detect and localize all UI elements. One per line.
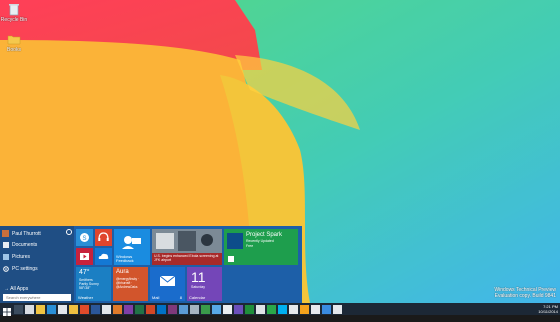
office-icon[interactable] <box>80 304 89 314</box>
calendar-weekday: Saturday <box>191 285 206 289</box>
start-menu: Paul Thurrott Documents Pictures PC sett… <box>0 226 302 303</box>
calendar-tile[interactable]: 11 Saturday Calendar <box>187 267 222 301</box>
folder-icon[interactable] <box>69 304 78 314</box>
news-headline: U.S. begins enhanced Ebola screening at … <box>154 254 219 262</box>
spark-subtitle: Recently Updated <box>246 239 274 243</box>
feedback-icon <box>122 236 141 249</box>
onenote-icon[interactable] <box>124 304 133 314</box>
start-item-pictures[interactable]: Pictures <box>3 253 30 261</box>
desktop-icon-books[interactable]: Books <box>0 32 28 53</box>
file-explorer-icon[interactable] <box>36 304 45 314</box>
all-apps-label: All Apps <box>10 286 29 292</box>
onedrive-tile[interactable] <box>95 248 112 265</box>
headphones-icon <box>98 232 109 241</box>
spark-price: Free <box>246 244 254 248</box>
powerpoint-icon[interactable] <box>146 304 155 314</box>
tile-label: Mail <box>152 295 160 300</box>
desktop-icon-label: Recycle Bin <box>0 17 28 23</box>
cloud-icon <box>98 253 109 259</box>
visual-studio-icon[interactable] <box>234 304 243 314</box>
twitter-icon[interactable] <box>212 304 221 314</box>
internet-explorer-icon[interactable] <box>47 304 56 314</box>
word-icon[interactable] <box>91 304 100 314</box>
weather-temp: 47° <box>79 269 90 276</box>
user-account[interactable]: Paul Thurrott <box>2 229 72 238</box>
project-spark-tile[interactable]: Project Spark Recently Updated Free <box>224 229 298 265</box>
aura-title: Aura <box>116 269 129 275</box>
avatar <box>2 230 9 237</box>
chrome-icon[interactable] <box>102 304 111 314</box>
news-photo <box>152 229 222 253</box>
photos-icon[interactable] <box>179 304 188 314</box>
skype-icon[interactable] <box>278 304 287 314</box>
windows-feedback-tile[interactable]: Windows Feedback <box>114 229 150 265</box>
music-tile[interactable] <box>95 229 112 246</box>
start-button[interactable] <box>2 304 12 316</box>
user-name: Paul Thurrott <box>12 230 41 237</box>
pictures-icon <box>3 254 9 260</box>
spark-title: Project Spark <box>246 232 283 238</box>
mail-icon <box>159 275 176 286</box>
weather-range: 58°/38° <box>79 286 91 290</box>
mail-count: 8 <box>179 295 182 300</box>
store-icon[interactable] <box>201 304 210 314</box>
start-item-label: Documents <box>12 242 38 248</box>
settings-icon <box>3 266 9 272</box>
documents-icon <box>3 242 9 248</box>
start-item-documents[interactable]: Documents <box>3 241 37 249</box>
video-tile[interactable] <box>76 248 93 265</box>
app-icon[interactable] <box>300 304 309 314</box>
start-item-label: Pictures <box>12 254 31 260</box>
music-icon[interactable] <box>267 304 276 314</box>
tile-label: Windows Feedback <box>116 254 134 263</box>
start-left-pane: Paul Thurrott Documents Pictures PC sett… <box>0 226 74 303</box>
mail-tile[interactable]: Mail 8 <box>150 267 185 301</box>
search-input[interactable] <box>3 294 71 301</box>
taskbar: 7:21 PM 10/11/2014 <box>0 303 560 316</box>
xbox-icon[interactable] <box>245 304 254 314</box>
video-icon <box>80 253 89 260</box>
aura-text: @energyfinsky · @bhurraft · @AndrewOaks <box>116 277 140 289</box>
calendar-day: 11 <box>191 269 206 285</box>
windows-logo-icon <box>3 308 11 316</box>
weather-tile[interactable]: 47° Smithers Partly Sunny 58°/38° Weathe… <box>76 267 111 301</box>
skype-icon: S <box>80 233 89 242</box>
project-spark-icon <box>227 233 243 249</box>
svg-text:S: S <box>82 236 86 242</box>
app-icon[interactable] <box>223 304 232 314</box>
desktop-icon-recycle-bin[interactable]: Recycle Bin <box>0 2 28 23</box>
search-icon[interactable] <box>14 304 23 314</box>
firefox-icon[interactable] <box>113 304 122 314</box>
aura-tile[interactable]: Aura @energyfinsky · @bhurraft · @Andrew… <box>113 267 148 301</box>
settings-icon[interactable] <box>190 304 199 314</box>
excel-icon[interactable] <box>135 304 144 314</box>
build-watermark: Windows Technical Preview Evaluation cop… <box>494 287 556 299</box>
task-view-icon[interactable] <box>25 304 34 314</box>
skype-tile[interactable]: S <box>76 229 93 246</box>
news-tile[interactable]: U.S. begins enhanced Ebola screening at … <box>152 229 222 265</box>
app-icon[interactable] <box>256 304 265 314</box>
start-item-pc-settings[interactable]: PC settings <box>3 265 38 273</box>
all-apps-button[interactable]: → All Apps <box>4 286 28 292</box>
outlook-icon[interactable] <box>157 304 166 314</box>
clock-date: 10/11/2014 <box>538 309 558 314</box>
app-icon[interactable] <box>289 304 298 314</box>
tile-label: Weather <box>78 295 94 300</box>
app-icon[interactable] <box>322 304 331 314</box>
folder-icon <box>7 32 21 46</box>
watermark-line-2: Evaluation copy. Build 9841 <box>494 293 556 299</box>
onenote-icon[interactable] <box>168 304 177 314</box>
desktop-icon-label: Books <box>7 47 21 53</box>
power-icon[interactable] <box>66 229 72 235</box>
mail-icon[interactable] <box>58 304 67 314</box>
start-item-label: PC settings <box>12 266 38 272</box>
recycle-bin-icon <box>7 2 21 16</box>
app-icon[interactable] <box>333 304 342 314</box>
tile-label: Calendar <box>189 295 206 300</box>
system-clock[interactable]: 7:21 PM 10/11/2014 <box>538 304 558 314</box>
store-icon <box>228 256 234 262</box>
app-icon[interactable] <box>311 304 320 314</box>
